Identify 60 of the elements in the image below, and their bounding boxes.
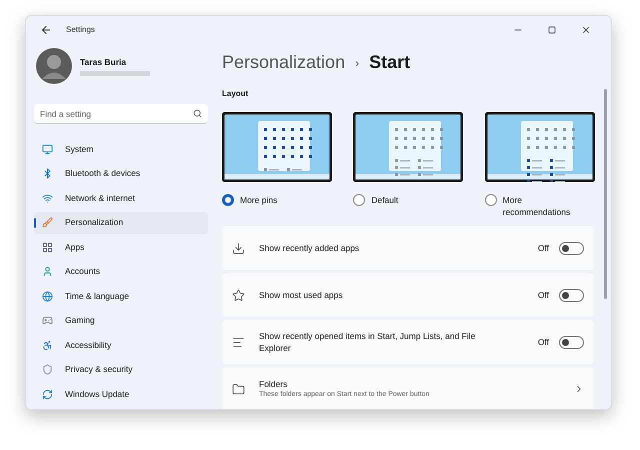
radio-button[interactable] bbox=[222, 194, 234, 206]
gamepad-icon bbox=[42, 315, 53, 326]
setting-row[interactable]: Show most used apps Off bbox=[222, 273, 594, 317]
sidebar-item[interactable]: Personalization bbox=[34, 212, 208, 234]
sidebar-item[interactable]: System bbox=[34, 138, 208, 160]
radio-button[interactable] bbox=[484, 194, 497, 206]
setting-label: Show recently opened items in Start, Jump Lists, and File Explorer bbox=[259, 330, 476, 354]
bluetooth-icon bbox=[42, 168, 53, 179]
page-title: Start bbox=[369, 51, 410, 74]
search-field[interactable]: Find a setting bbox=[34, 104, 208, 124]
setting-label: Show recently added apps bbox=[259, 242, 360, 254]
update-icon bbox=[42, 388, 53, 400]
sidebar-item[interactable]: Windows Update bbox=[34, 383, 208, 405]
sidebar-item[interactable]: Accessibility bbox=[34, 334, 208, 356]
shield-icon bbox=[42, 364, 53, 375]
sidebar-item[interactable]: Bluetooth & devices bbox=[34, 162, 208, 184]
setting-row[interactable]: Show recently opened items in Start, Jump Lists, and File Explorer Off bbox=[222, 320, 594, 364]
sidebar-item[interactable]: Time & language bbox=[34, 285, 208, 307]
selection-indicator bbox=[34, 218, 36, 228]
setting-row[interactable]: Show recently added apps Off bbox=[222, 226, 594, 270]
setting-label: Folders bbox=[259, 378, 288, 390]
sidebar-item[interactable]: Accounts bbox=[34, 260, 208, 282]
breadcrumb-parent[interactable]: Personalization bbox=[222, 49, 346, 76]
layout-radio-option[interactable]: More recommendations bbox=[484, 194, 594, 218]
monitor-icon bbox=[42, 144, 53, 154]
sidebar-item[interactable]: Network & internet bbox=[34, 187, 208, 209]
search-icon[interactable] bbox=[193, 109, 202, 118]
toggle-state-label: Off bbox=[538, 242, 549, 254]
globe-icon bbox=[42, 290, 53, 302]
download-icon bbox=[232, 242, 245, 254]
radio-button[interactable] bbox=[353, 194, 366, 206]
back-icon bbox=[40, 24, 52, 36]
close-icon bbox=[581, 25, 591, 35]
toggle-switch[interactable] bbox=[559, 336, 584, 348]
accessibility-icon bbox=[42, 340, 53, 350]
layout-radio-option[interactable]: Default bbox=[353, 194, 463, 206]
brush-icon bbox=[42, 217, 53, 228]
toggle-state-label: Off bbox=[538, 336, 549, 348]
blurred-email-bar bbox=[80, 71, 150, 76]
star-icon bbox=[232, 288, 245, 302]
section-heading: Layout bbox=[222, 88, 250, 100]
user-name: Taras Buria bbox=[80, 56, 128, 68]
toggle-state-label: Off bbox=[538, 288, 549, 302]
setting-label: Show most used apps bbox=[259, 289, 344, 301]
window-title: Settings bbox=[66, 24, 95, 36]
maximize-icon bbox=[548, 26, 556, 34]
lines-icon bbox=[232, 336, 245, 348]
sidebar-item[interactable]: Privacy & security bbox=[34, 358, 208, 380]
folder-icon bbox=[232, 382, 245, 396]
wifi-icon bbox=[42, 192, 53, 204]
avatar bbox=[36, 48, 72, 84]
scrollbar[interactable] bbox=[604, 89, 607, 299]
apps-grid-icon bbox=[42, 242, 53, 252]
breadcrumb-separator: › bbox=[355, 54, 360, 72]
toggle-switch[interactable] bbox=[559, 242, 584, 254]
layout-radio-option[interactable]: More pins bbox=[222, 194, 332, 206]
person-icon bbox=[42, 266, 53, 277]
sidebar-item[interactable]: Gaming bbox=[34, 310, 208, 332]
sidebar-item[interactable]: Apps bbox=[34, 236, 208, 258]
toggle-switch[interactable] bbox=[559, 288, 584, 302]
